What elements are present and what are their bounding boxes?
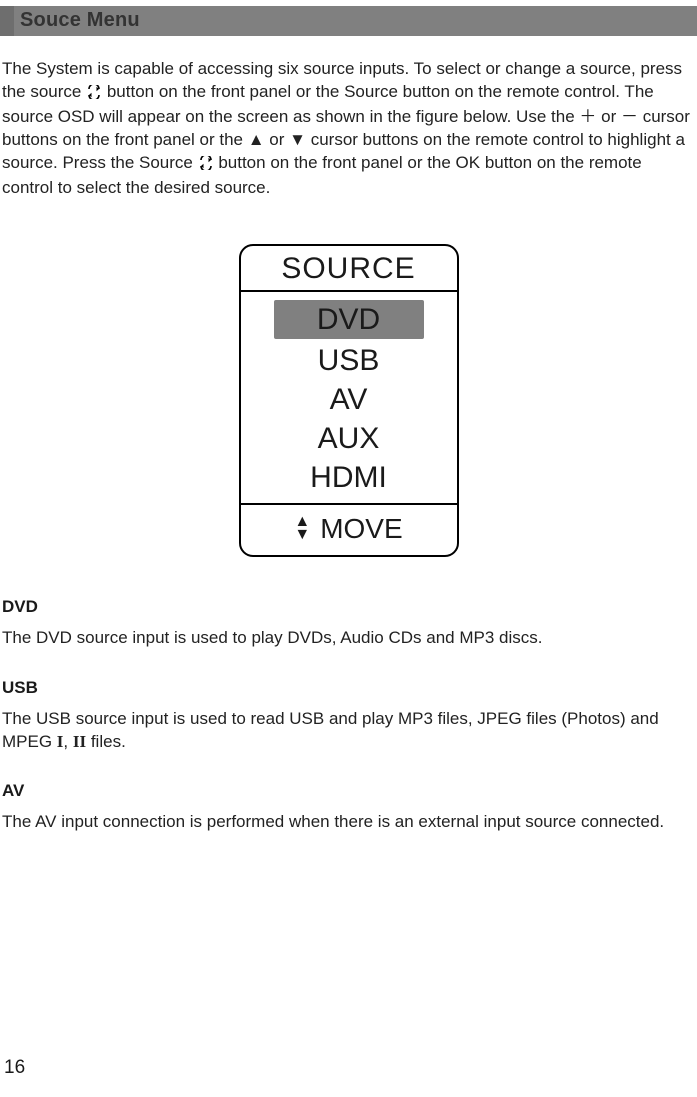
osd-panel: SOURCE DVD USB AV AUX HDMI ▲ ▼ MOVE (239, 244, 459, 557)
section-header-bar: Souce Menu (0, 6, 697, 36)
osd-item-hdmi: HDMI (241, 458, 457, 497)
section-body-text: , (63, 732, 72, 751)
down-triangle-icon: ▼ (289, 130, 306, 149)
intro-text: or (601, 107, 621, 126)
osd-figure-wrap: SOURCE DVD USB AV AUX HDMI ▲ ▼ MOVE (0, 244, 697, 557)
osd-source-list: DVD USB AV AUX HDMI (241, 292, 457, 505)
osd-move-label: MOVE (320, 513, 402, 545)
plus-icon: ＋ (579, 107, 596, 126)
manual-page: Souce Menu The System is capable of acce… (0, 6, 697, 1097)
section-usb: USB The USB source input is used to read… (2, 678, 695, 754)
section-body-text: files. (86, 732, 126, 751)
osd-item-av: AV (241, 380, 457, 419)
osd-item-aux: AUX (241, 419, 457, 458)
minus-icon: － (621, 107, 638, 126)
intro-text: or (269, 130, 289, 149)
section-heading: DVD (2, 597, 695, 617)
section-header-title: Souce Menu (14, 6, 148, 36)
section-av: AV The AV input connection is performed … (2, 781, 695, 834)
section-body: The DVD source input is used to play DVD… (2, 627, 695, 650)
source-cycle-icon (198, 154, 214, 177)
up-down-arrows-icon: ▲ ▼ (294, 516, 310, 542)
osd-footer: ▲ ▼ MOVE (241, 505, 457, 555)
source-cycle-icon (86, 83, 102, 106)
intro-paragraph: The System is capable of accessing six s… (2, 58, 695, 200)
header-accent (0, 6, 14, 36)
roman-numeral: II (73, 732, 86, 751)
down-triangle-icon: ▼ (294, 529, 310, 542)
section-body: The USB source input is used to read USB… (2, 708, 695, 754)
section-dvd: DVD The DVD source input is used to play… (2, 597, 695, 650)
section-heading: USB (2, 678, 695, 698)
osd-title: SOURCE (241, 246, 457, 292)
up-triangle-icon: ▲ (248, 130, 265, 149)
osd-item-dvd: DVD (274, 300, 424, 339)
section-body: The AV input connection is performed whe… (2, 811, 695, 834)
section-heading: AV (2, 781, 695, 801)
page-number: 16 (4, 1057, 25, 1079)
osd-item-usb: USB (241, 341, 457, 380)
